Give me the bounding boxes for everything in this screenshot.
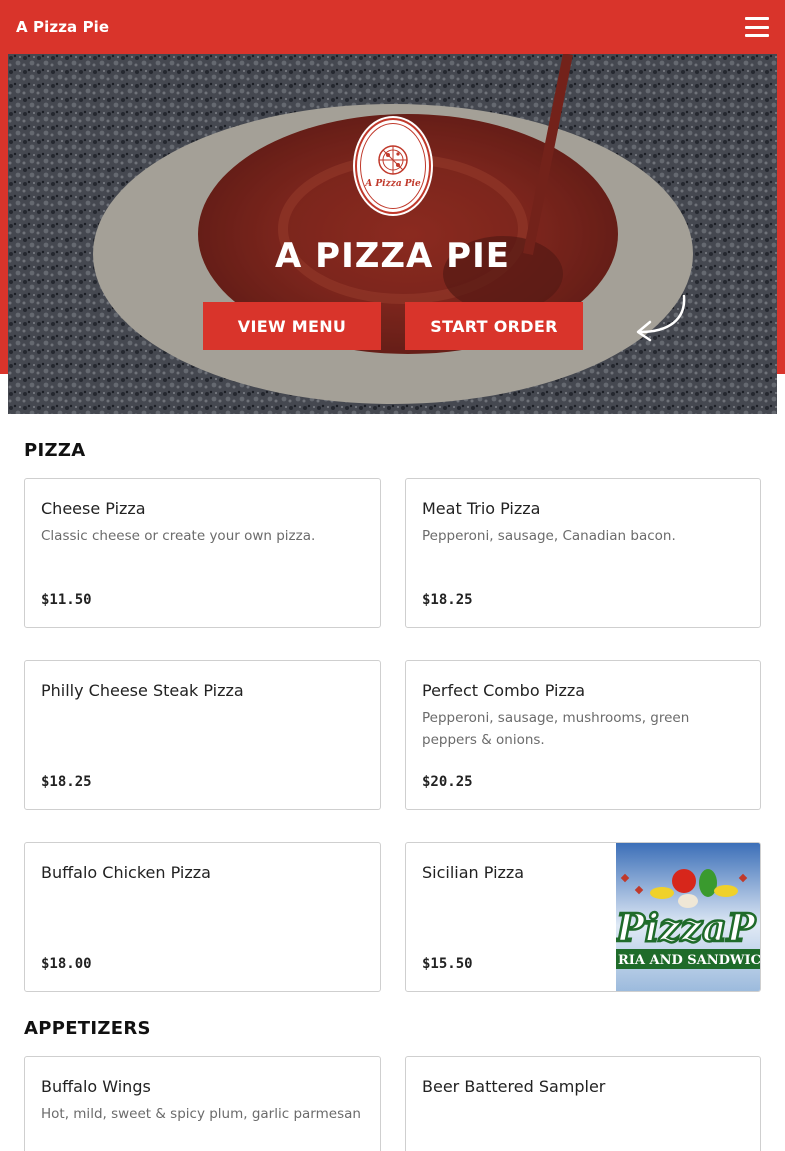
top-nav-bar: A Pizza Pie (0, 0, 785, 54)
menu-item-name: Perfect Combo Pizza (422, 681, 586, 700)
image-logo-text: PizzaP (616, 905, 757, 950)
menu-item-card[interactable]: Buffalo Chicken Pizza $18.00 (24, 842, 381, 992)
menu-item-card[interactable]: Meat Trio Pizza Pepperoni, sausage, Cana… (405, 478, 761, 628)
menu-item-name: Philly Cheese Steak Pizza (41, 681, 244, 700)
menu-item-description: Classic cheese or create your own pizza. (41, 528, 316, 544)
menu-item-price: $15.50 (422, 956, 473, 972)
menu-item-card[interactable]: Philly Cheese Steak Pizza $18.25 (24, 660, 381, 810)
brand-name[interactable]: A Pizza Pie (16, 18, 109, 36)
menu-item-description: Hot, mild, sweet & spicy plum, garlic pa… (41, 1106, 361, 1122)
menu-item-name: Buffalo Wings (41, 1077, 151, 1096)
menu-item-card[interactable]: Sicilian Pizza $15.50 PizzaP RIA AND SAN… (405, 842, 761, 992)
hero-dark-overlay (8, 54, 777, 414)
menu-item-card[interactable]: Buffalo Wings Hot, mild, sweet & spicy p… (24, 1056, 381, 1151)
menu-item-name: Sicilian Pizza (422, 863, 525, 882)
menu-item-price: $20.25 (422, 774, 473, 790)
view-menu-button[interactable]: VIEW MENU (203, 302, 381, 350)
menu-item-card[interactable]: Cheese Pizza Classic cheese or create yo… (24, 478, 381, 628)
logo-text: A Pizza Pie (365, 179, 421, 189)
menu-item-card[interactable]: Beer Battered Sampler (405, 1056, 761, 1151)
menu-item-price: $18.00 (41, 956, 92, 972)
menu-item-name: Beer Battered Sampler (422, 1077, 606, 1096)
menu-item-name: Meat Trio Pizza (422, 499, 541, 518)
menu-item-name: Buffalo Chicken Pizza (41, 863, 211, 882)
menu-item-name: Cheese Pizza (41, 499, 146, 518)
hamburger-menu-icon[interactable] (745, 17, 769, 37)
hero-banner: A Pizza Pie A PIZZA PIE VIEW MENU START … (8, 54, 777, 414)
menu-item-price: $18.25 (422, 592, 473, 608)
start-order-button[interactable]: START ORDER (405, 302, 583, 350)
menu-item-image: PizzaP RIA AND SANDWICH (616, 843, 760, 991)
section-title-appetizers: APPETIZERS (24, 1018, 151, 1039)
menu-item-price: $18.25 (41, 774, 92, 790)
hero-title: A PIZZA PIE (275, 236, 510, 276)
section-title-pizza: PIZZA (24, 440, 86, 461)
menu-item-card[interactable]: Perfect Combo Pizza Pepperoni, sausage, … (405, 660, 761, 810)
menu-item-description: Pepperoni, sausage, Canadian bacon. (422, 528, 676, 544)
image-logo-subtext: RIA AND SANDWICH (618, 953, 760, 968)
menu-item-description: Pepperoni, sausage, mushrooms, green pep… (422, 710, 690, 748)
pizza-logo-icon (378, 145, 408, 175)
menu-item-price: $11.50 (41, 592, 92, 608)
curved-arrow-icon (636, 294, 686, 342)
restaurant-logo: A Pizza Pie (355, 118, 431, 214)
